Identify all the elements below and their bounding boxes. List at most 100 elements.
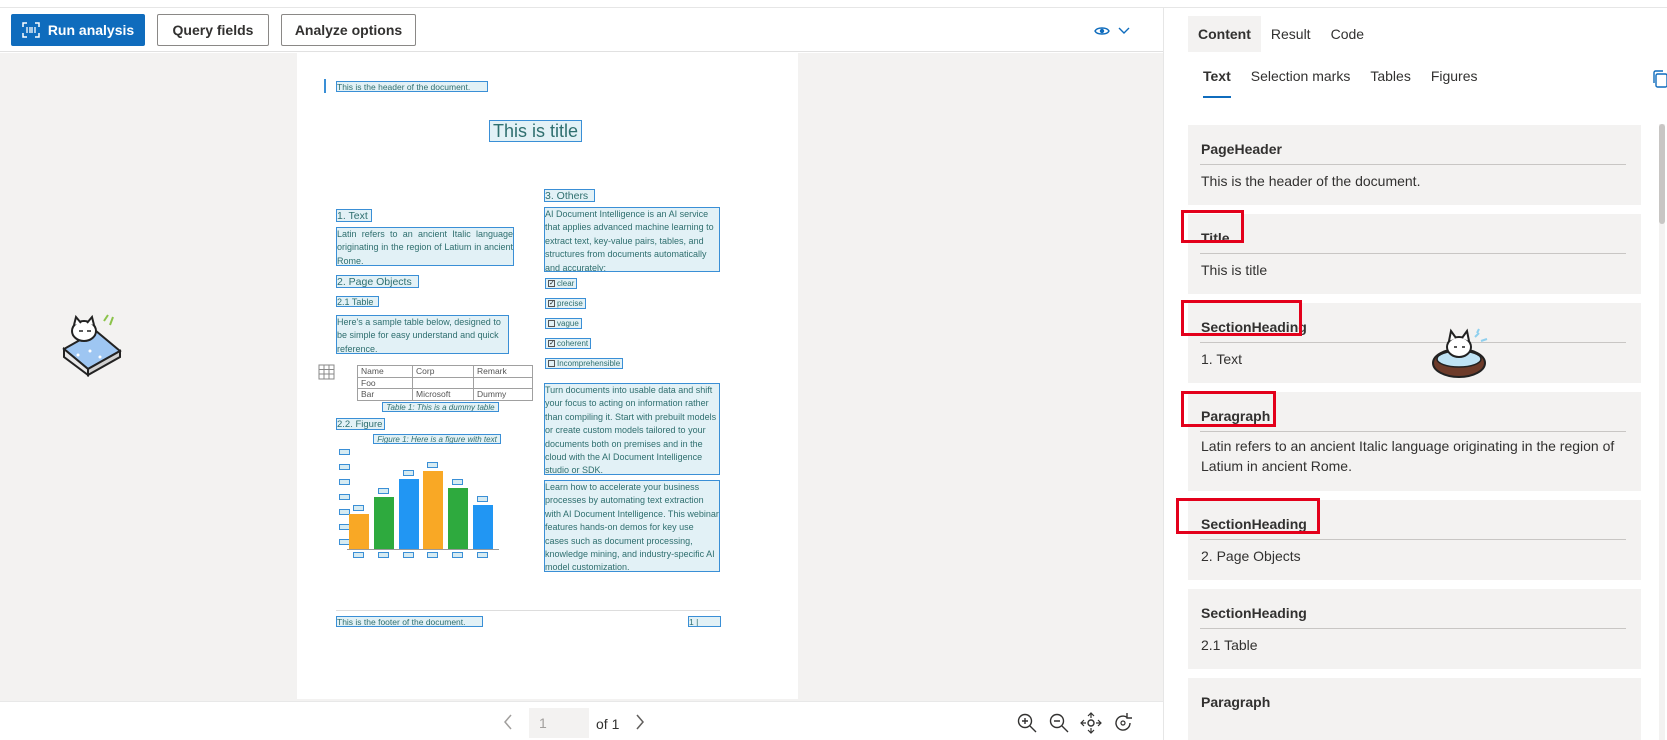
table-cell xyxy=(412,376,474,389)
figure-bar-label xyxy=(353,505,364,511)
doc-paragraph-4[interactable]: Turn documents into usable data and shif… xyxy=(544,383,720,475)
doc-paragraph-5[interactable]: Learn how to accelerate your business pr… xyxy=(544,480,720,572)
sleeping-cat-sticker xyxy=(62,314,122,377)
selection-mark[interactable]: Incomprehensible xyxy=(545,358,624,369)
doc-page-header[interactable]: This is the header of the document. xyxy=(336,81,488,92)
table-icon[interactable] xyxy=(318,364,335,380)
selection-mark[interactable]: ✓ precise xyxy=(545,298,586,309)
card-content: This is title xyxy=(1201,262,1268,278)
content-card: SectionHeading 2. Page Objects xyxy=(1188,500,1641,580)
chevron-right-icon xyxy=(636,714,644,730)
doc-figure-caption[interactable]: Figure 1: Here is a figure with text xyxy=(373,434,501,444)
figure-axis-label xyxy=(339,449,350,455)
next-page-button[interactable] xyxy=(630,712,650,732)
table-row: Foo xyxy=(357,376,533,389)
table-cell: Microsoft xyxy=(412,388,474,401)
figure-bar xyxy=(423,471,444,549)
card-divider xyxy=(1200,164,1626,165)
card-content: 2.1 Table xyxy=(1201,637,1258,653)
figure-bar-label xyxy=(477,496,488,502)
analyze-options-button[interactable]: Analyze options xyxy=(281,14,416,46)
table-cell xyxy=(473,376,533,389)
prev-page-button[interactable] xyxy=(498,712,518,732)
figure-bar-label xyxy=(402,470,414,476)
table-row: Name Corp Remark xyxy=(357,365,533,378)
doc-paragraph-2-1[interactable]: Here's a sample table below, designed to… xyxy=(336,315,509,354)
page-number-input[interactable] xyxy=(529,708,589,738)
figure-bar xyxy=(398,479,419,549)
figure-x-label xyxy=(402,552,414,558)
tab-code[interactable]: Code xyxy=(1321,16,1374,52)
chevron-down-icon xyxy=(1118,27,1130,34)
content-card: Title This is title xyxy=(1188,214,1641,294)
zoom-out-icon[interactable] xyxy=(1048,712,1070,734)
card-divider xyxy=(1200,342,1626,343)
doc-section-2-1[interactable]: 2.1 Table xyxy=(336,296,379,307)
figure-axis-label xyxy=(339,479,350,485)
footer-rule xyxy=(336,610,720,611)
table-cell: Remark xyxy=(473,365,533,378)
doc-section-1[interactable]: 1. Text xyxy=(336,209,372,222)
run-analysis-button[interactable]: Run analysis xyxy=(11,14,145,46)
page-canvas: This is the header of the document. This… xyxy=(0,53,1163,701)
scan-icon xyxy=(22,22,40,38)
figure-bar xyxy=(473,505,493,549)
document-viewer: Run analysis Query fields Analyze option… xyxy=(0,8,1163,740)
unchecked-box-icon xyxy=(548,360,555,367)
content-card: Paragraph xyxy=(1188,678,1641,740)
doc-table-caption[interactable]: Table 1: This is a dummy table xyxy=(382,402,499,412)
figure-bar-label xyxy=(427,462,439,468)
tab-content[interactable]: Content xyxy=(1188,16,1261,52)
scrollbar-thumb[interactable] xyxy=(1659,124,1665,224)
doc-page-number[interactable]: 1 | Page xyxy=(688,616,721,627)
selection-mark[interactable]: ✓ clear xyxy=(545,278,578,289)
figure-x-label xyxy=(477,552,488,558)
subtab-figures[interactable]: Figures xyxy=(1431,68,1478,92)
card-content: 1. Text xyxy=(1201,351,1242,367)
fit-page-icon[interactable] xyxy=(1080,712,1102,734)
card-role: Paragraph xyxy=(1201,408,1271,424)
eye-icon xyxy=(1094,27,1110,35)
figure-bar-label xyxy=(452,479,464,485)
figure-axis xyxy=(347,549,499,550)
zoom-in-icon[interactable] xyxy=(1016,712,1038,734)
selection-mark-label: vague xyxy=(557,318,579,328)
rotate-icon[interactable] xyxy=(1112,712,1134,734)
run-analysis-label: Run analysis xyxy=(47,22,135,38)
figure-axis-label xyxy=(339,464,350,470)
doc-figure-chart[interactable] xyxy=(337,445,517,561)
doc-section-3[interactable]: 3. Others xyxy=(544,189,595,202)
figure-x-label xyxy=(427,552,439,558)
doc-paragraph-3[interactable]: AI Document Intelligence is an AI servic… xyxy=(544,207,720,272)
selection-mark-label: clear xyxy=(557,278,575,288)
doc-page-footer[interactable]: This is the footer of the document. xyxy=(336,616,483,627)
checked-box-icon: ✓ xyxy=(548,280,555,287)
view-toggle[interactable] xyxy=(1094,22,1134,40)
chevron-left-icon xyxy=(504,714,512,730)
subtab-tables[interactable]: Tables xyxy=(1370,68,1410,92)
card-content: 2. Page Objects xyxy=(1201,548,1301,564)
subtab-selection-marks[interactable]: Selection marks xyxy=(1251,68,1351,92)
content-card: SectionHeading 2.1 Table xyxy=(1188,589,1641,669)
figure-bar xyxy=(448,488,469,549)
doc-title[interactable]: This is title xyxy=(489,120,582,142)
table-cell: Corp xyxy=(412,365,474,378)
card-role: SectionHeading xyxy=(1201,319,1307,335)
content-card: SectionHeading 1. Text xyxy=(1188,303,1641,383)
query-fields-button[interactable]: Query fields xyxy=(157,14,269,46)
tab-result[interactable]: Result xyxy=(1261,16,1321,52)
card-divider xyxy=(1200,539,1626,540)
card-role: PageHeader xyxy=(1201,141,1282,157)
selection-mark[interactable]: ✓ coherent xyxy=(545,338,592,349)
unchecked-box-icon xyxy=(548,320,555,327)
doc-section-2[interactable]: 2. Page Objects xyxy=(336,275,419,288)
subtab-text[interactable]: Text xyxy=(1203,68,1231,98)
doc-section-2-2[interactable]: 2.2. Figure xyxy=(336,418,385,430)
card-role: Title xyxy=(1201,230,1230,246)
copy-icon[interactable] xyxy=(1652,70,1667,88)
selection-mark-label: coherent xyxy=(557,338,589,348)
doc-paragraph-1[interactable]: Latin refers to an ancient Italic langua… xyxy=(336,227,514,266)
card-divider xyxy=(1200,431,1626,432)
figure-x-label xyxy=(353,552,364,558)
selection-mark[interactable]: vague xyxy=(545,318,582,329)
